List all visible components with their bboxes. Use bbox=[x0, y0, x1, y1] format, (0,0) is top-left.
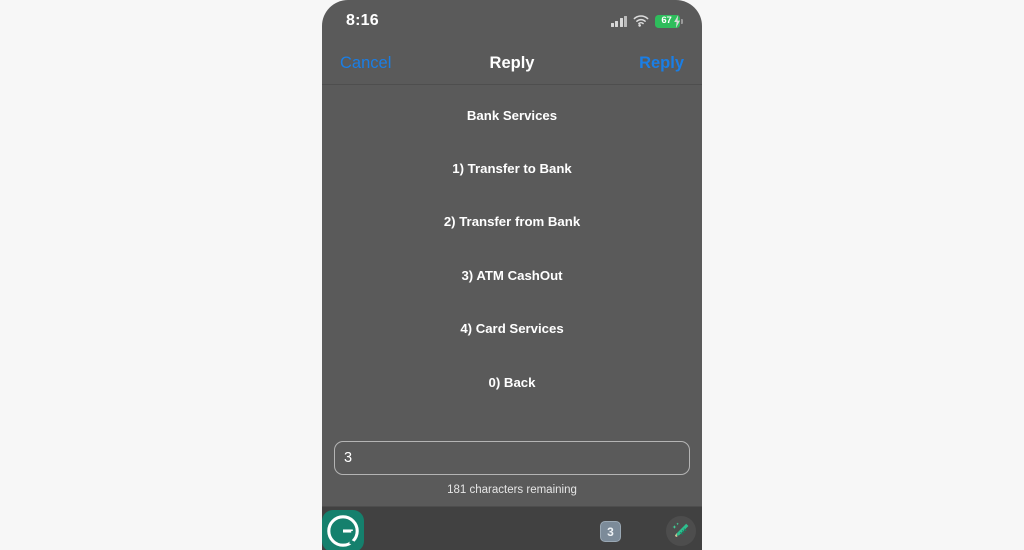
status-time: 8:16 bbox=[346, 12, 379, 29]
ussd-menu-text: Bank Services 1) Transfer to Bank 2) Tra… bbox=[444, 71, 580, 427]
grammarly-logo-icon[interactable] bbox=[322, 510, 364, 550]
menu-line-option-4: 4) Card Services bbox=[460, 321, 564, 337]
battery-percent: 67 bbox=[661, 15, 672, 27]
magic-pencil-icon[interactable] bbox=[666, 516, 696, 546]
character-count-label: 181 characters remaining bbox=[447, 484, 577, 496]
status-indicators: 67 bbox=[610, 14, 683, 28]
charging-bolt-icon bbox=[674, 14, 680, 28]
menu-line-option-3: 3) ATM CashOut bbox=[461, 267, 563, 283]
menu-line-option-0: 0) Back bbox=[488, 374, 536, 390]
screenshot-root: 8:16 67 Cancel Reply Reply Bank Services… bbox=[0, 0, 1024, 550]
wifi-icon bbox=[633, 15, 649, 27]
suggestion-count-badge[interactable]: 3 bbox=[600, 521, 621, 542]
menu-line-option-2: 2) Transfer from Bank bbox=[443, 214, 581, 230]
menu-line-option-1: 1) Transfer to Bank bbox=[452, 161, 572, 177]
cancel-button[interactable]: Cancel bbox=[340, 54, 391, 73]
status-bar: 8:16 67 bbox=[322, 0, 702, 42]
message-body-area: Bank Services 1) Transfer to Bank 2) Tra… bbox=[322, 85, 702, 441]
reply-composer: 181 characters remaining bbox=[322, 441, 702, 506]
reply-button[interactable]: Reply bbox=[639, 54, 684, 73]
reply-input[interactable] bbox=[334, 441, 690, 475]
cellular-signal-icon bbox=[610, 15, 627, 27]
phone-frame: 8:16 67 Cancel Reply Reply Bank Services… bbox=[322, 0, 702, 550]
battery-indicator: 67 bbox=[655, 14, 683, 28]
magic-pencil-glyph bbox=[672, 522, 689, 537]
grammarly-g-glyph bbox=[327, 515, 359, 548]
keyboard-toolbar: 3 bbox=[322, 506, 702, 550]
menu-line-title: Bank Services bbox=[466, 107, 558, 123]
